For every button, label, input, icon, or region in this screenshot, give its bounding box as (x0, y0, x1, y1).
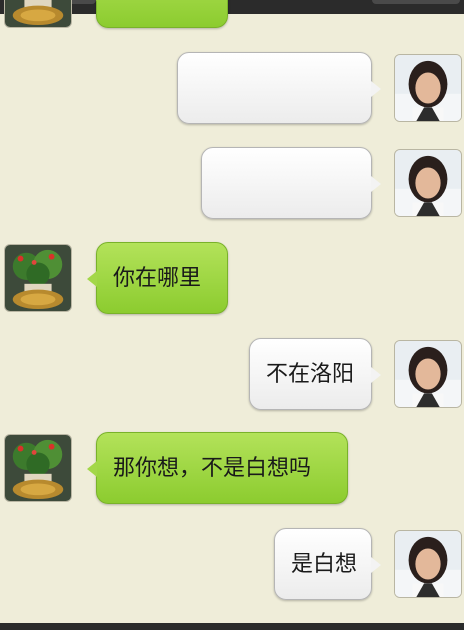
plant-avatar-icon[interactable] (4, 244, 72, 312)
message-bubble[interactable] (201, 147, 381, 219)
message-bubble[interactable]: 那你想，不是白想吗 (87, 432, 348, 504)
message-bubble[interactable]: 是白想 (274, 528, 381, 600)
bottom-bar (0, 623, 464, 630)
female-avatar-icon[interactable] (394, 149, 462, 217)
partial-incoming-bubble[interactable] (87, 0, 228, 28)
message-bubble[interactable] (177, 52, 381, 124)
female-avatar-icon[interactable] (394, 530, 462, 598)
female-avatar-icon[interactable] (394, 340, 462, 408)
message-bubble[interactable]: 不在洛阳 (249, 338, 381, 410)
plant-avatar-icon[interactable] (4, 0, 72, 28)
message-bubble[interactable]: 你在哪里 (87, 242, 228, 314)
status-bar-tab (372, 0, 460, 4)
plant-avatar-icon[interactable] (4, 434, 72, 502)
female-avatar-icon[interactable] (394, 54, 462, 122)
